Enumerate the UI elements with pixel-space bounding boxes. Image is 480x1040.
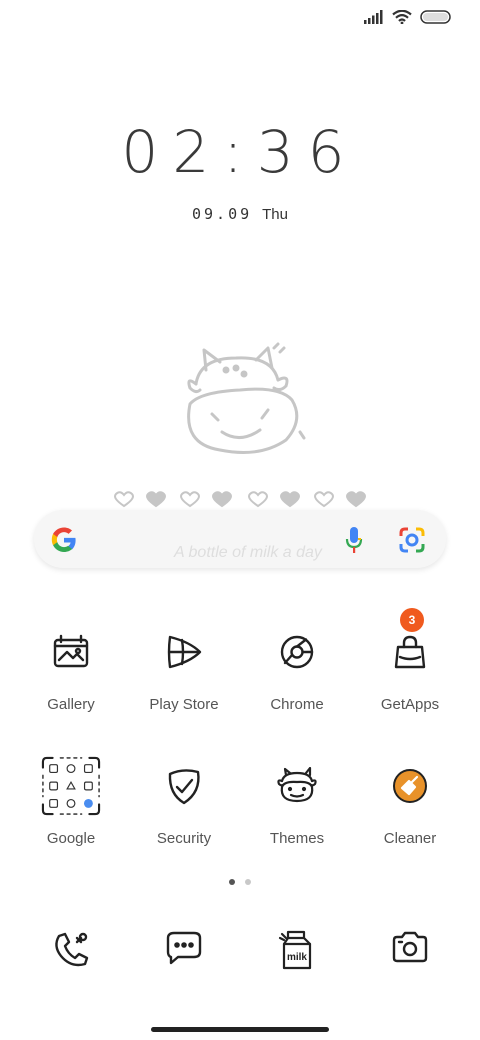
app-label: Play Store [149,696,219,713]
dock-camera[interactable] [354,930,466,964]
lens-camera-icon[interactable] [398,526,426,554]
app-label: Chrome [270,696,324,713]
app-label: Cleaner [383,830,437,847]
battery-icon [420,10,451,24]
app-getapps[interactable]: 3 GetApps [354,608,466,713]
app-chrome[interactable]: Chrome [241,622,353,713]
page-dot-2[interactable] [245,879,251,885]
app-label: Themes [269,830,325,847]
google-g-icon [51,527,76,552]
milk-carton-icon: milk [278,930,312,970]
wifi-icon [392,10,412,24]
cleaner-broom-icon [380,756,440,816]
app-google-folder[interactable]: Google [15,756,127,847]
phone-icon [55,932,89,967]
signal-bars-icon [364,10,383,24]
play-store-icon [154,622,214,682]
messages-icon [166,931,202,965]
app-label: Security [156,830,212,847]
home-screen: 02:36 09.09 Thu A bottle of milk a day G… [0,0,480,1040]
widget-hint-text: A bottle of milk a day [174,544,322,561]
page-dot-1[interactable] [229,879,235,885]
date-text: 09.09 [191,205,253,223]
clock-time[interactable]: 02:36 [0,118,480,186]
dock-messages[interactable] [128,930,240,966]
cow-face-icon[interactable] [160,340,320,470]
notification-badge: 3 [400,608,424,632]
camera-icon [392,931,428,963]
mic-icon[interactable] [344,525,364,555]
dock-milk[interactable]: milk [241,930,353,970]
app-label: Google [46,830,96,847]
hearts-row [110,490,370,508]
app-label: Gallery [47,696,95,713]
dock-phone[interactable] [15,930,127,970]
milk-label: milk [287,952,307,963]
app-gallery[interactable]: Gallery [15,622,127,713]
chrome-icon [267,622,327,682]
themes-cow-icon [267,756,327,816]
security-shield-icon [154,756,214,816]
home-indicator-bar[interactable] [151,1027,329,1032]
status-bar [364,10,452,24]
getapps-bag-icon: 3 [380,608,440,682]
gallery-icon [41,622,101,682]
day-text: Thu [262,206,288,223]
clock-date[interactable]: 09.09 Thu [0,205,480,223]
app-label: GetApps [380,696,440,713]
app-play-store[interactable]: Play Store [128,622,240,713]
page-indicator[interactable] [0,879,480,885]
google-folder-icon [41,756,101,816]
app-themes[interactable]: Themes [241,756,353,847]
app-security[interactable]: Security [128,756,240,847]
google-search-bar[interactable]: A bottle of milk a day [34,510,446,568]
app-cleaner[interactable]: Cleaner [354,756,466,847]
